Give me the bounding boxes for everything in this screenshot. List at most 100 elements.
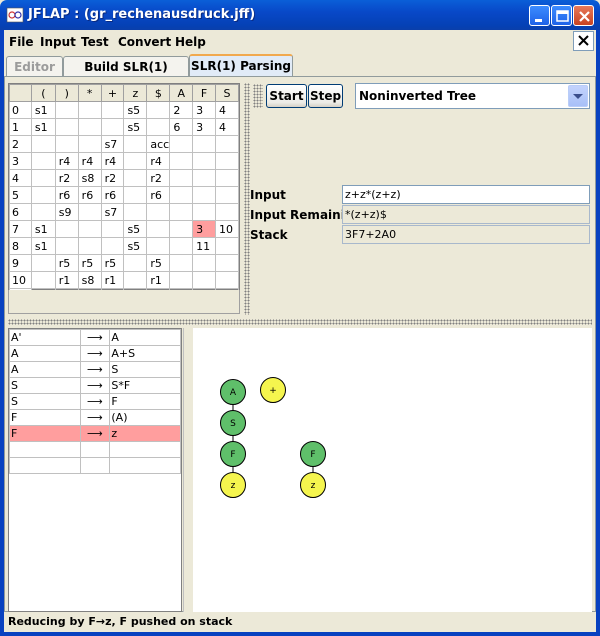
column-header[interactable]: S — [215, 84, 239, 102]
table-cell[interactable]: 4 — [215, 118, 239, 136]
table-cell[interactable]: r5 — [77, 254, 102, 272]
table-cell[interactable]: 10 — [215, 220, 239, 238]
table-cell[interactable]: s5 — [123, 101, 148, 119]
table-cell[interactable]: r2 — [146, 169, 171, 187]
table-cell[interactable]: s8 — [77, 271, 102, 289]
table-cell[interactable] — [192, 169, 217, 187]
table-cell[interactable]: 3 — [192, 220, 217, 238]
table-cell[interactable] — [123, 152, 148, 170]
column-header[interactable]: ) — [54, 84, 79, 102]
table-cell[interactable] — [215, 254, 239, 272]
table-cell[interactable] — [146, 237, 171, 255]
production-row[interactable]: A ⟶ S — [9, 361, 181, 378]
table-cell[interactable]: s9 — [54, 203, 79, 221]
table-cell[interactable] — [215, 152, 239, 170]
tree-view-select[interactable]: Noninverted Tree — [355, 83, 590, 109]
table-cell[interactable] — [123, 203, 148, 221]
table-cell[interactable] — [30, 152, 56, 170]
table-cell[interactable] — [192, 271, 217, 289]
table-cell[interactable]: 11 — [192, 237, 217, 255]
column-header[interactable]: * — [77, 84, 102, 102]
table-cell[interactable] — [54, 101, 79, 119]
table-cell[interactable] — [54, 135, 79, 153]
table-cell[interactable]: r4 — [54, 152, 79, 170]
tab-slr-parsing[interactable]: SLR(1) Parsing — [189, 54, 293, 77]
production-row[interactable]: S ⟶ F — [9, 393, 181, 410]
table-cell[interactable] — [146, 220, 171, 238]
empty-cell[interactable] — [79, 457, 111, 474]
table-cell[interactable] — [169, 254, 194, 272]
table-cell[interactable] — [169, 135, 194, 153]
table-cell[interactable]: s7 — [100, 135, 125, 153]
table-cell[interactable] — [123, 186, 148, 204]
table-cell[interactable] — [169, 152, 194, 170]
tree-node-nonterminal[interactable]: F — [300, 441, 326, 467]
minimize-button[interactable] — [529, 5, 550, 26]
tab-build-slr-parse[interactable]: Build SLR(1) Parse — [63, 56, 189, 88]
table-cell[interactable] — [77, 203, 102, 221]
table-cell[interactable]: 3 — [192, 101, 217, 119]
grammar-split-divider[interactable] — [183, 328, 193, 612]
table-cell[interactable]: r1 — [146, 271, 171, 289]
table-cell[interactable]: r6 — [100, 186, 125, 204]
tree-node-nonterminal[interactable]: A — [220, 379, 246, 405]
table-cell[interactable]: r1 — [54, 271, 79, 289]
table-cell[interactable] — [169, 237, 194, 255]
horizontal-split-handle[interactable] — [8, 319, 592, 325]
table-cell[interactable]: r5 — [100, 254, 125, 272]
column-header[interactable]: F — [192, 84, 217, 102]
table-cell[interactable]: r4 — [100, 152, 125, 170]
table-cell[interactable]: r6 — [54, 186, 79, 204]
production-row[interactable]: S ⟶ S*F — [9, 377, 181, 394]
table-cell[interactable]: 4 — [215, 101, 239, 119]
table-cell[interactable] — [100, 237, 125, 255]
table-cell[interactable] — [169, 169, 194, 187]
close-window-button[interactable] — [573, 5, 594, 26]
table-cell[interactable]: r1 — [100, 271, 125, 289]
table-cell[interactable] — [30, 254, 56, 272]
tree-node-nonterminal[interactable]: S — [220, 410, 246, 436]
column-header[interactable]: A — [169, 84, 194, 102]
table-cell[interactable]: r6 — [77, 186, 102, 204]
table-cell[interactable]: r2 — [100, 169, 125, 187]
table-cell[interactable] — [169, 220, 194, 238]
empty-cell[interactable] — [109, 441, 181, 458]
close-document-button[interactable] — [573, 31, 594, 51]
table-cell[interactable]: s5 — [123, 220, 148, 238]
table-cell[interactable] — [100, 118, 125, 136]
table-cell[interactable] — [146, 101, 171, 119]
tree-node-terminal[interactable]: z — [300, 472, 326, 498]
start-button[interactable]: Start — [266, 84, 307, 108]
dropdown-arrow[interactable] — [568, 85, 588, 107]
table-cell[interactable]: 6 — [169, 118, 194, 136]
empty-production-row[interactable] — [9, 457, 181, 474]
table-cell[interactable] — [192, 254, 217, 272]
column-header[interactable]: $ — [146, 84, 171, 102]
table-cell[interactable] — [77, 237, 102, 255]
table-cell[interactable] — [192, 135, 217, 153]
table-cell[interactable] — [169, 186, 194, 204]
menu-help[interactable]: Help — [175, 35, 206, 49]
column-header[interactable]: ( — [30, 84, 56, 102]
menu-file[interactable]: File — [9, 35, 34, 49]
menu-convert[interactable]: Convert — [118, 35, 171, 49]
table-cell[interactable] — [123, 135, 148, 153]
table-cell[interactable] — [146, 118, 171, 136]
table-cell[interactable] — [215, 237, 239, 255]
table-cell[interactable]: r5 — [146, 254, 171, 272]
production-row[interactable]: A ⟶ A+S — [9, 345, 181, 362]
table-cell[interactable]: s1 — [30, 101, 56, 119]
table-cell[interactable] — [30, 203, 56, 221]
table-cell[interactable]: s5 — [123, 237, 148, 255]
production-row[interactable]: F ⟶ (A) — [9, 409, 181, 426]
table-cell[interactable]: r2 — [54, 169, 79, 187]
table-cell[interactable] — [54, 237, 79, 255]
table-cell[interactable]: r4 — [146, 152, 171, 170]
table-cell[interactable] — [215, 186, 239, 204]
table-cell[interactable] — [30, 271, 56, 289]
table-cell[interactable]: r4 — [77, 152, 102, 170]
table-cell[interactable] — [30, 135, 56, 153]
column-header[interactable]: z — [123, 84, 148, 102]
table-cell[interactable] — [54, 118, 79, 136]
table-cell[interactable] — [77, 101, 102, 119]
